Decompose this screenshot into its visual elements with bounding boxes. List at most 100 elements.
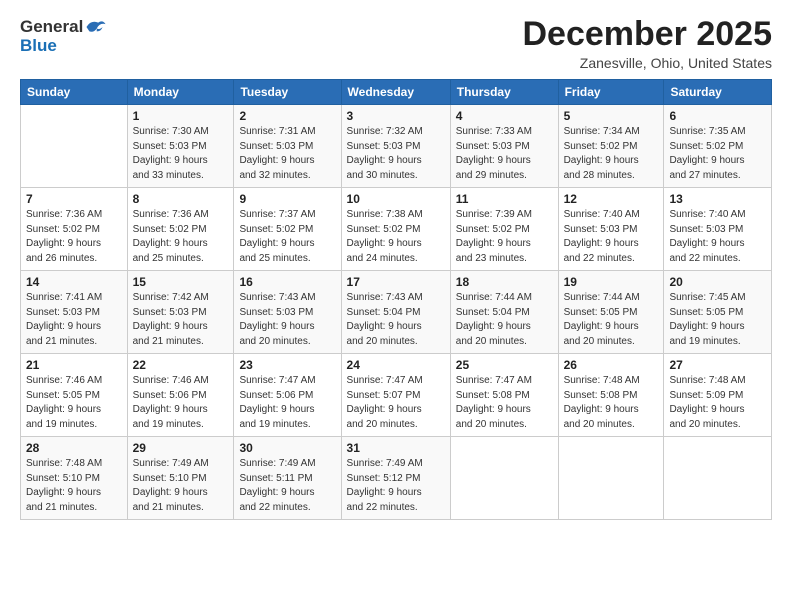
daylight-text: Daylight: 9 hours — [347, 321, 422, 332]
day-info: Sunrise: 7:30 AMSunset: 5:03 PMDaylight:… — [133, 125, 229, 183]
daylight-text2: and 20 minutes. — [347, 336, 418, 347]
calendar-cell: 21Sunrise: 7:46 AMSunset: 5:05 PMDayligh… — [21, 354, 128, 437]
calendar-cell: 19Sunrise: 7:44 AMSunset: 5:05 PMDayligh… — [558, 271, 664, 354]
day-info: Sunrise: 7:44 AMSunset: 5:04 PMDaylight:… — [456, 291, 553, 349]
day-number: 16 — [239, 275, 335, 289]
daylight-text2: and 21 minutes. — [133, 336, 204, 347]
sunrise-text: Sunrise: 7:42 AM — [133, 292, 209, 303]
calendar-cell: 28Sunrise: 7:48 AMSunset: 5:10 PMDayligh… — [21, 437, 128, 520]
calendar-cell: 26Sunrise: 7:48 AMSunset: 5:08 PMDayligh… — [558, 354, 664, 437]
sunset-text: Sunset: 5:08 PM — [456, 390, 530, 401]
sunset-text: Sunset: 5:06 PM — [133, 390, 207, 401]
day-number: 24 — [347, 358, 445, 372]
sunset-text: Sunset: 5:10 PM — [133, 473, 207, 484]
calendar-cell: 13Sunrise: 7:40 AMSunset: 5:03 PMDayligh… — [664, 188, 772, 271]
calendar-cell: 24Sunrise: 7:47 AMSunset: 5:07 PMDayligh… — [341, 354, 450, 437]
day-info: Sunrise: 7:36 AMSunset: 5:02 PMDaylight:… — [26, 208, 122, 266]
sunrise-text: Sunrise: 7:49 AM — [133, 458, 209, 469]
day-info: Sunrise: 7:46 AMSunset: 5:05 PMDaylight:… — [26, 374, 122, 432]
day-number: 10 — [347, 192, 445, 206]
day-info: Sunrise: 7:48 AMSunset: 5:10 PMDaylight:… — [26, 457, 122, 515]
day-info: Sunrise: 7:42 AM Sunset: 5:03 PM Daylight:… — [133, 291, 229, 349]
sunset-text: Sunset: 5:05 PM — [669, 307, 743, 318]
calendar-table: SundayMondayTuesdayWednesdayThursdayFrid… — [20, 79, 772, 520]
header: General Blue December 2025 Zanesville, O… — [20, 16, 772, 71]
day-info: Sunrise: 7:48 AMSunset: 5:08 PMDaylight:… — [564, 374, 659, 432]
calendar-cell: 29Sunrise: 7:49 AMSunset: 5:10 PMDayligh… — [127, 437, 234, 520]
day-number: 12 — [564, 192, 659, 206]
weekday-header-sunday: Sunday — [21, 80, 128, 105]
calendar-cell: 17Sunrise: 7:43 AMSunset: 5:04 PMDayligh… — [341, 271, 450, 354]
sunrise-text: Sunrise: 7:47 AM — [239, 375, 315, 386]
weekday-header-monday: Monday — [127, 80, 234, 105]
sunset-text: Sunset: 5:02 PM — [26, 224, 100, 235]
day-number: 1 — [133, 109, 229, 123]
sunset-text: Sunset: 5:12 PM — [347, 473, 421, 484]
daylight-text2: and 19 minutes. — [26, 419, 97, 430]
daylight-text2: and 20 minutes. — [669, 419, 740, 430]
day-number: 27 — [669, 358, 766, 372]
daylight-text2: and 21 minutes. — [26, 502, 97, 513]
day-info: Sunrise: 7:45 AMSunset: 5:05 PMDaylight:… — [669, 291, 766, 349]
daylight-text2: and 19 minutes. — [239, 419, 310, 430]
calendar-week-4: 21Sunrise: 7:46 AMSunset: 5:05 PMDayligh… — [21, 354, 772, 437]
daylight-text: Daylight: 9 hours — [26, 404, 101, 415]
sunrise-text: Sunrise: 7:49 AM — [347, 458, 423, 469]
calendar-week-1: 1 Sunrise: 7:30 AMSunset: 5:03 PMDaylight… — [21, 105, 772, 188]
sunrise-text: Sunrise: 7:36 AM — [26, 209, 102, 220]
calendar-cell: 3 Sunrise: 7:32 AMSunset: 5:03 PMDaylight… — [341, 105, 450, 188]
sunset-text: Sunset: 5:03 PM — [456, 141, 530, 152]
daylight-text2: and 25 minutes. — [133, 253, 204, 264]
calendar-cell: 14Sunrise: 7:41 AMSunset: 5:03 PMDayligh… — [21, 271, 128, 354]
sunset-text: Sunset: 5:02 PM — [347, 224, 421, 235]
logo-general: General — [20, 17, 83, 37]
day-number: 3 — [347, 109, 445, 123]
sunset-text: Sunset: 5:03 PM — [669, 224, 743, 235]
daylight-text2: and 30 minutes. — [347, 170, 418, 181]
calendar-cell: 2Sunrise: 7:31 AMSunset: 5:03 PMDaylight… — [234, 105, 341, 188]
day-number: 11 — [456, 192, 553, 206]
sunset-text: Sunset: 5:06 PM — [239, 390, 313, 401]
day-number: 8 — [133, 192, 229, 206]
day-info: Sunrise: 7:47 AMSunset: 5:08 PMDaylight:… — [456, 374, 553, 432]
sunset-text: Sunset: 5:02 PM — [133, 224, 207, 235]
sunset-text: Sunset: 5:02 PM — [456, 224, 530, 235]
day-info: Sunrise: 7:36 AMSunset: 5:02 PMDaylight:… — [133, 208, 229, 266]
sunrise-text: Sunrise: 7:48 AM — [669, 375, 745, 386]
calendar-cell: 11Sunrise: 7:39 AMSunset: 5:02 PMDayligh… — [450, 188, 558, 271]
logo: General Blue — [20, 16, 107, 56]
daylight-text2: and 20 minutes. — [456, 419, 527, 430]
daylight-text: Daylight: 9 hours — [239, 404, 314, 415]
calendar-cell: 16Sunrise: 7:43 AMSunset: 5:03 PMDayligh… — [234, 271, 341, 354]
day-info: Sunrise: 7:40 AMSunset: 5:03 PMDaylight:… — [669, 208, 766, 266]
daylight-text: Daylight: 9 hours — [239, 155, 314, 166]
logo-bird-icon — [85, 16, 107, 38]
daylight-text: Daylight: 9 hours — [669, 404, 744, 415]
day-number: 19 — [564, 275, 659, 289]
day-number: 17 — [347, 275, 445, 289]
daylight-text: Daylight: 9 hours — [669, 321, 744, 332]
daylight-text2: and 27 minutes. — [669, 170, 740, 181]
calendar-cell: 25Sunrise: 7:47 AMSunset: 5:08 PMDayligh… — [450, 354, 558, 437]
day-info: Sunrise: 7:48 AMSunset: 5:09 PMDaylight:… — [669, 374, 766, 432]
day-info: Sunrise: 7:47 AM Sunset: 5:06 PM Daylight:… — [239, 374, 335, 432]
daylight-text: Daylight: 9 hours — [26, 487, 101, 498]
day-info: Sunrise: 7:40 AMSunset: 5:03 PMDaylight:… — [564, 208, 659, 266]
daylight-text2: and 22 minutes. — [564, 253, 635, 264]
day-number: 15 — [133, 275, 229, 289]
day-info: Sunrise: 7:32 AMSunset: 5:03 PMDaylight:… — [347, 125, 445, 183]
day-info: Sunrise: 7:35 AMSunset: 5:02 PMDaylight:… — [669, 125, 766, 183]
calendar-cell — [558, 437, 664, 520]
calendar-cell: 23Sunrise: 7:47 AMSunset: 5:06 PMDayligh… — [234, 354, 341, 437]
daylight-text: Daylight: 9 hours — [133, 321, 208, 332]
daylight-text2: and 22 minutes. — [669, 253, 740, 264]
sunrise-text: Sunrise: 7:48 AM — [564, 375, 640, 386]
sunset-text: Sunset: 5:03 PM — [133, 307, 207, 318]
day-info: Sunrise: 7:34 AMSunset: 5:02 PMDaylight:… — [564, 125, 659, 183]
daylight-text: Daylight: 9 hours — [239, 238, 314, 249]
sunrise-text: Sunrise: 7:35 AM — [669, 126, 745, 137]
sunset-text: Sunset: 5:02 PM — [239, 224, 313, 235]
day-number: 4 — [456, 109, 553, 123]
daylight-text: Daylight: 9 hours — [133, 155, 208, 166]
calendar-cell: 31Sunrise: 7:49 AMSunset: 5:12 PMDayligh… — [341, 437, 450, 520]
